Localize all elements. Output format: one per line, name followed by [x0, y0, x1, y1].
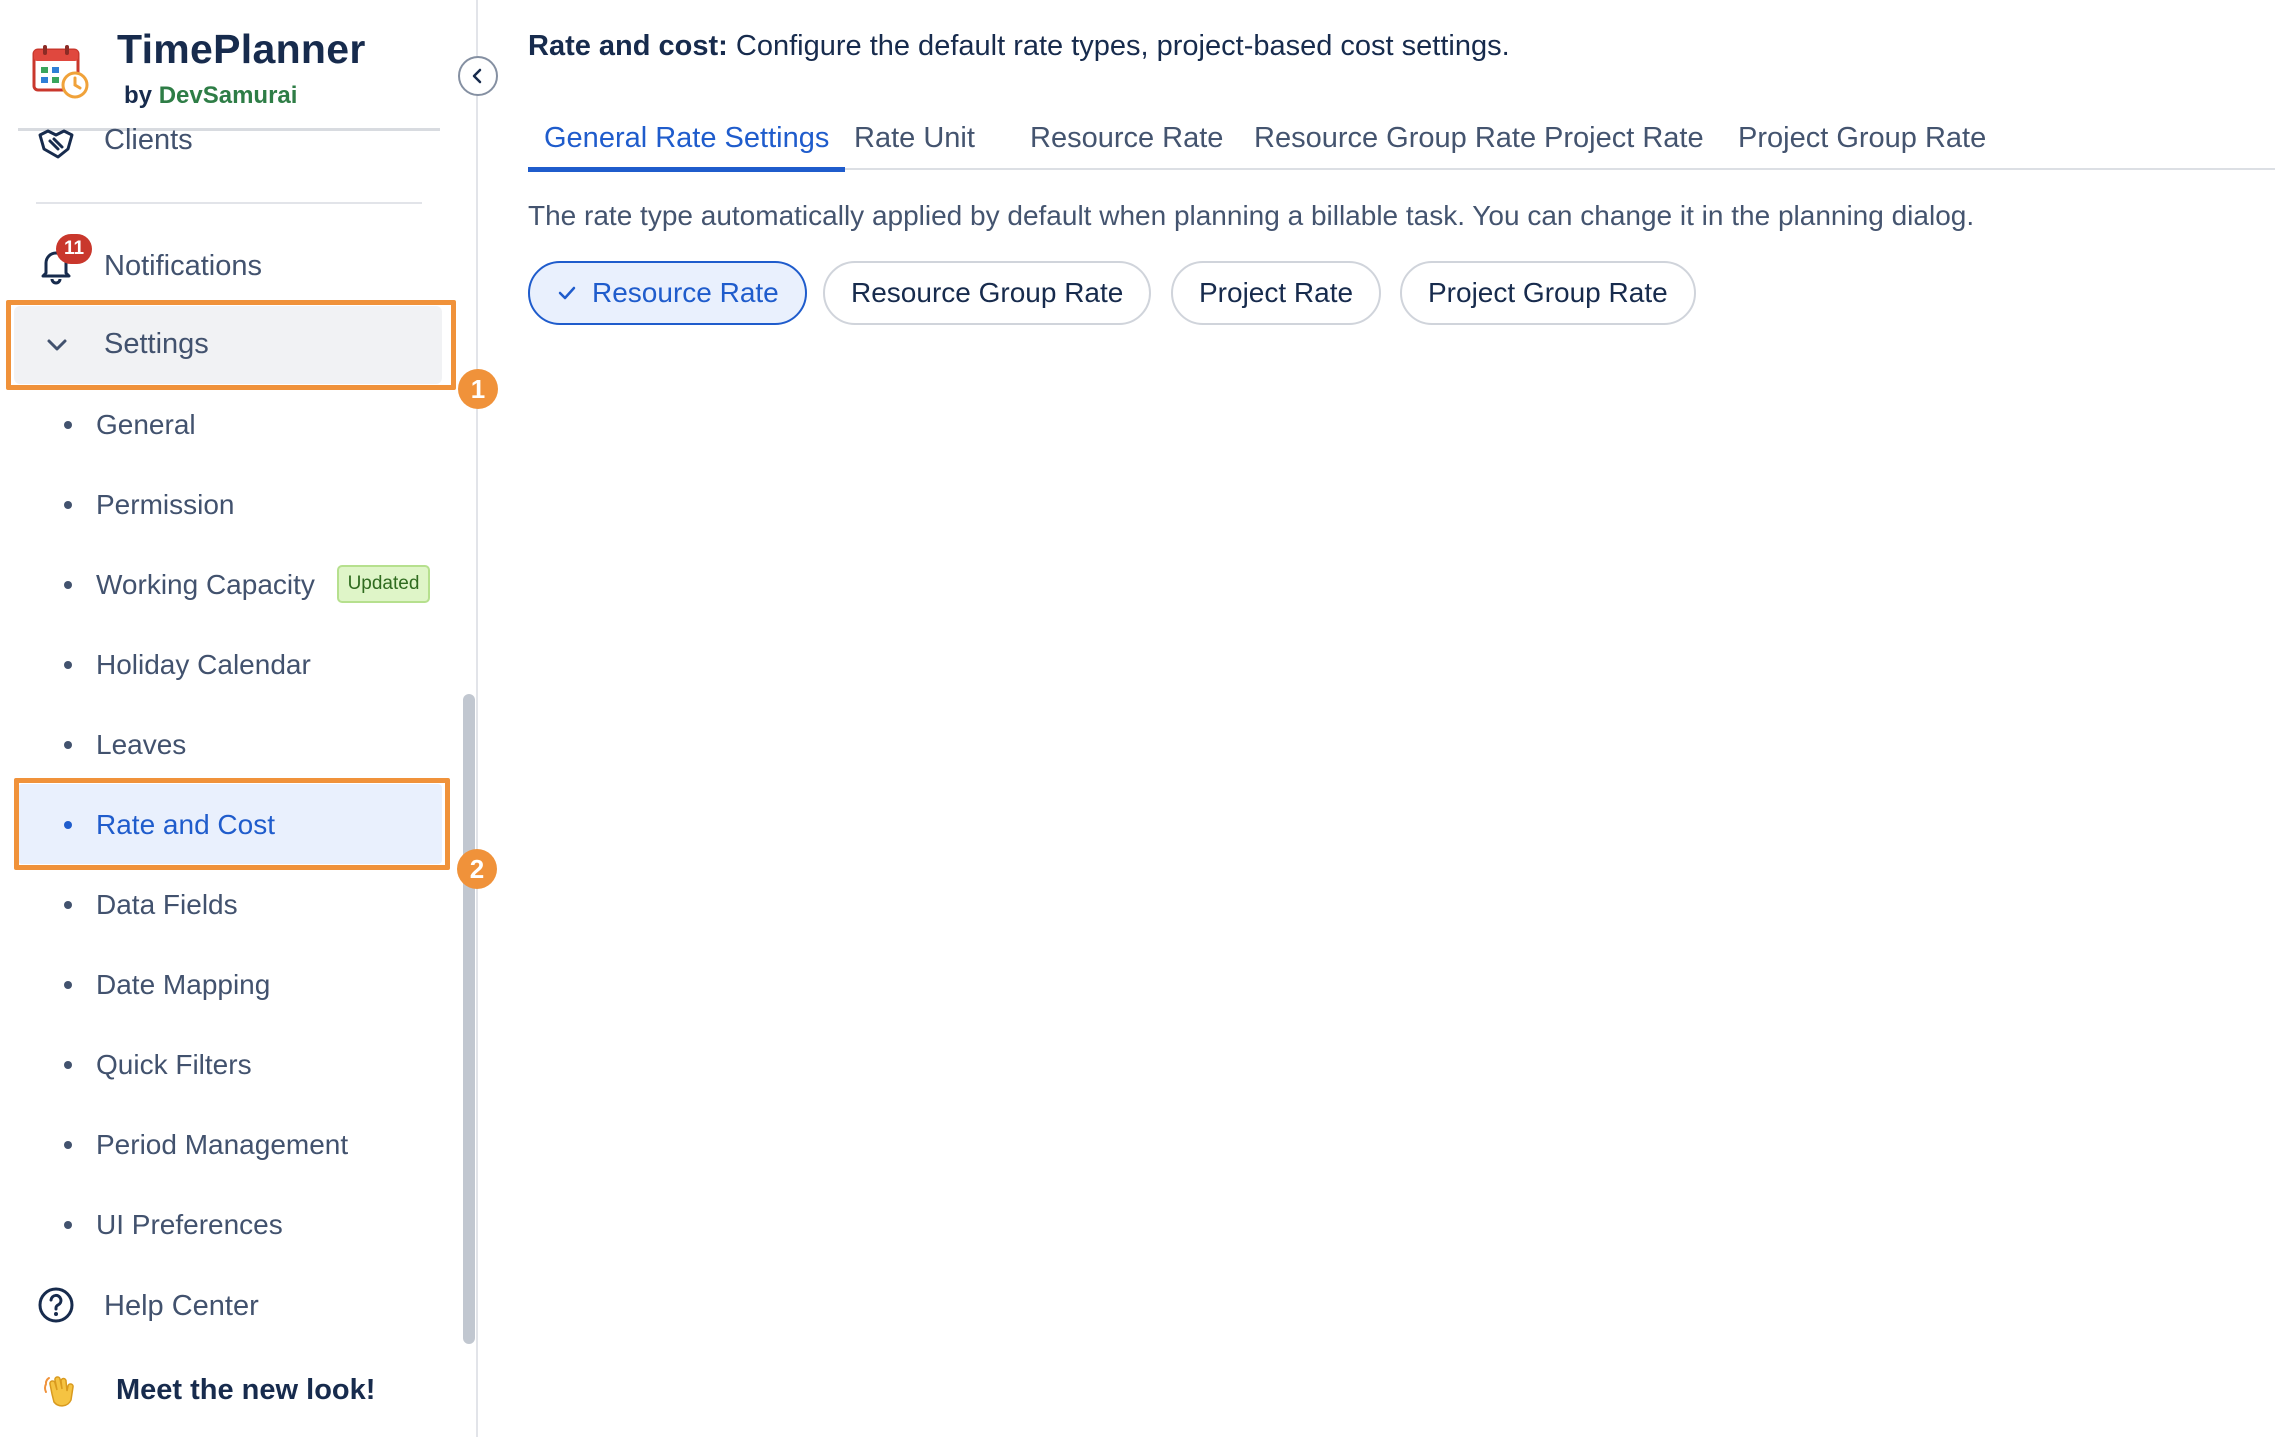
rate-option-label: Resource Group Rate — [851, 277, 1124, 308]
settings-item-label: Period Management — [96, 1129, 349, 1160]
sidebar-scrollbar[interactable] — [463, 694, 475, 1344]
bullet — [64, 1061, 72, 1069]
bullet — [64, 1221, 72, 1229]
tab-project-rate[interactable]: Project Rate — [1528, 110, 1720, 170]
rate-option-label: Project Rate — [1199, 277, 1354, 308]
settings-item-ui-preferences[interactable]: UI Preferences — [0, 1190, 450, 1260]
rate-option-label: Project Group Rate — [1428, 277, 1668, 308]
settings-item-label: Permission — [96, 489, 235, 520]
settings-item-label: Leaves — [96, 729, 187, 760]
brand: TimePlanner by DevSamurai — [32, 22, 452, 122]
settings-item-leaves[interactable]: Leaves — [0, 710, 450, 780]
highlight-box-rate-and-cost — [14, 778, 450, 870]
notification-count-badge: 11 — [56, 234, 92, 264]
bullet — [64, 501, 72, 509]
rate-option-label: Resource Rate — [592, 277, 779, 308]
sidebar-item-clients[interactable]: Clients — [0, 108, 450, 178]
handshake-icon — [38, 129, 74, 159]
settings-item-date-mapping[interactable]: Date Mapping — [0, 950, 450, 1020]
main-content: Rate and cost: Configure the default rat… — [480, 0, 2275, 1437]
settings-item-label: General — [96, 409, 196, 440]
settings-item-label: Data Fields — [96, 889, 238, 920]
settings-item-label: Holiday Calendar — [96, 649, 311, 680]
settings-item-quick-filters[interactable]: Quick Filters — [0, 1030, 450, 1100]
tab-resource-rate[interactable]: Resource Rate — [1014, 110, 1239, 170]
check-icon — [558, 286, 576, 300]
sidebar-divider — [36, 202, 422, 204]
vendor-name: DevSamurai — [158, 82, 298, 109]
meet-new-look-banner[interactable]: Meet the new look! — [0, 1356, 478, 1426]
bullet — [64, 741, 72, 749]
vendor-prefix: by — [124, 82, 153, 109]
page-description: Rate and cost: Configure the default rat… — [528, 30, 1510, 63]
rate-tabs: General Rate Settings Rate Unit Resource… — [528, 110, 2275, 172]
tab-general-rate-settings[interactable]: General Rate Settings — [528, 110, 846, 172]
sidebar-item-label: Notifications — [104, 250, 262, 282]
calendar-clock-icon — [32, 45, 89, 99]
settings-item-label: UI Preferences — [96, 1209, 283, 1240]
rate-option-resource-rate[interactable]: Resource Rate — [528, 261, 807, 325]
settings-item-period-management[interactable]: Period Management — [0, 1110, 450, 1180]
app-title: TimePlanner — [117, 26, 366, 72]
tab-rate-unit[interactable]: Rate Unit — [838, 110, 991, 170]
page-subtitle: Configure the default rate types, projec… — [735, 30, 1510, 62]
sidebar-item-label: Clients — [104, 124, 193, 156]
bullet — [64, 661, 72, 669]
rate-option-resource-group-rate[interactable]: Resource Group Rate — [823, 261, 1152, 325]
rate-option-project-rate[interactable]: Project Rate — [1171, 261, 1382, 325]
settings-item-label: Working Capacity — [96, 569, 315, 600]
updated-badge: Updated — [337, 565, 430, 603]
rate-option-project-group-rate[interactable]: Project Group Rate — [1400, 261, 1696, 325]
settings-item-data-fields[interactable]: Data Fields — [0, 870, 450, 940]
bullet — [64, 981, 72, 989]
bullet — [64, 581, 72, 589]
bullet — [64, 1141, 72, 1149]
sidebar: TimePlanner by DevSamurai Clients Notifi… — [0, 0, 478, 1437]
settings-item-general[interactable]: General — [0, 390, 450, 460]
bullet — [64, 901, 72, 909]
settings-item-label: Date Mapping — [96, 969, 271, 1000]
tab-resource-group-rate[interactable]: Resource Group Rate — [1238, 110, 1552, 170]
sidebar-item-label: Help Center — [104, 1290, 259, 1322]
help-circle-icon — [38, 1287, 74, 1323]
bullet — [64, 421, 72, 429]
default-rate-description: The rate type automatically applied by d… — [528, 200, 1975, 231]
meet-new-look-label: Meet the new look! — [116, 1374, 376, 1406]
page-title: Rate and cost: — [528, 30, 728, 62]
settings-item-permission[interactable]: Permission — [0, 470, 450, 540]
settings-item-label: Quick Filters — [96, 1049, 252, 1080]
settings-item-holiday-calendar[interactable]: Holiday Calendar — [0, 630, 450, 700]
sidebar-item-help-center[interactable]: Help Center — [0, 1270, 450, 1340]
highlight-box-settings — [6, 300, 456, 390]
tab-project-group-rate[interactable]: Project Group Rate — [1722, 110, 2002, 170]
waving-hand-icon — [44, 1376, 74, 1407]
app-vendor: by DevSamurai — [124, 82, 297, 110]
